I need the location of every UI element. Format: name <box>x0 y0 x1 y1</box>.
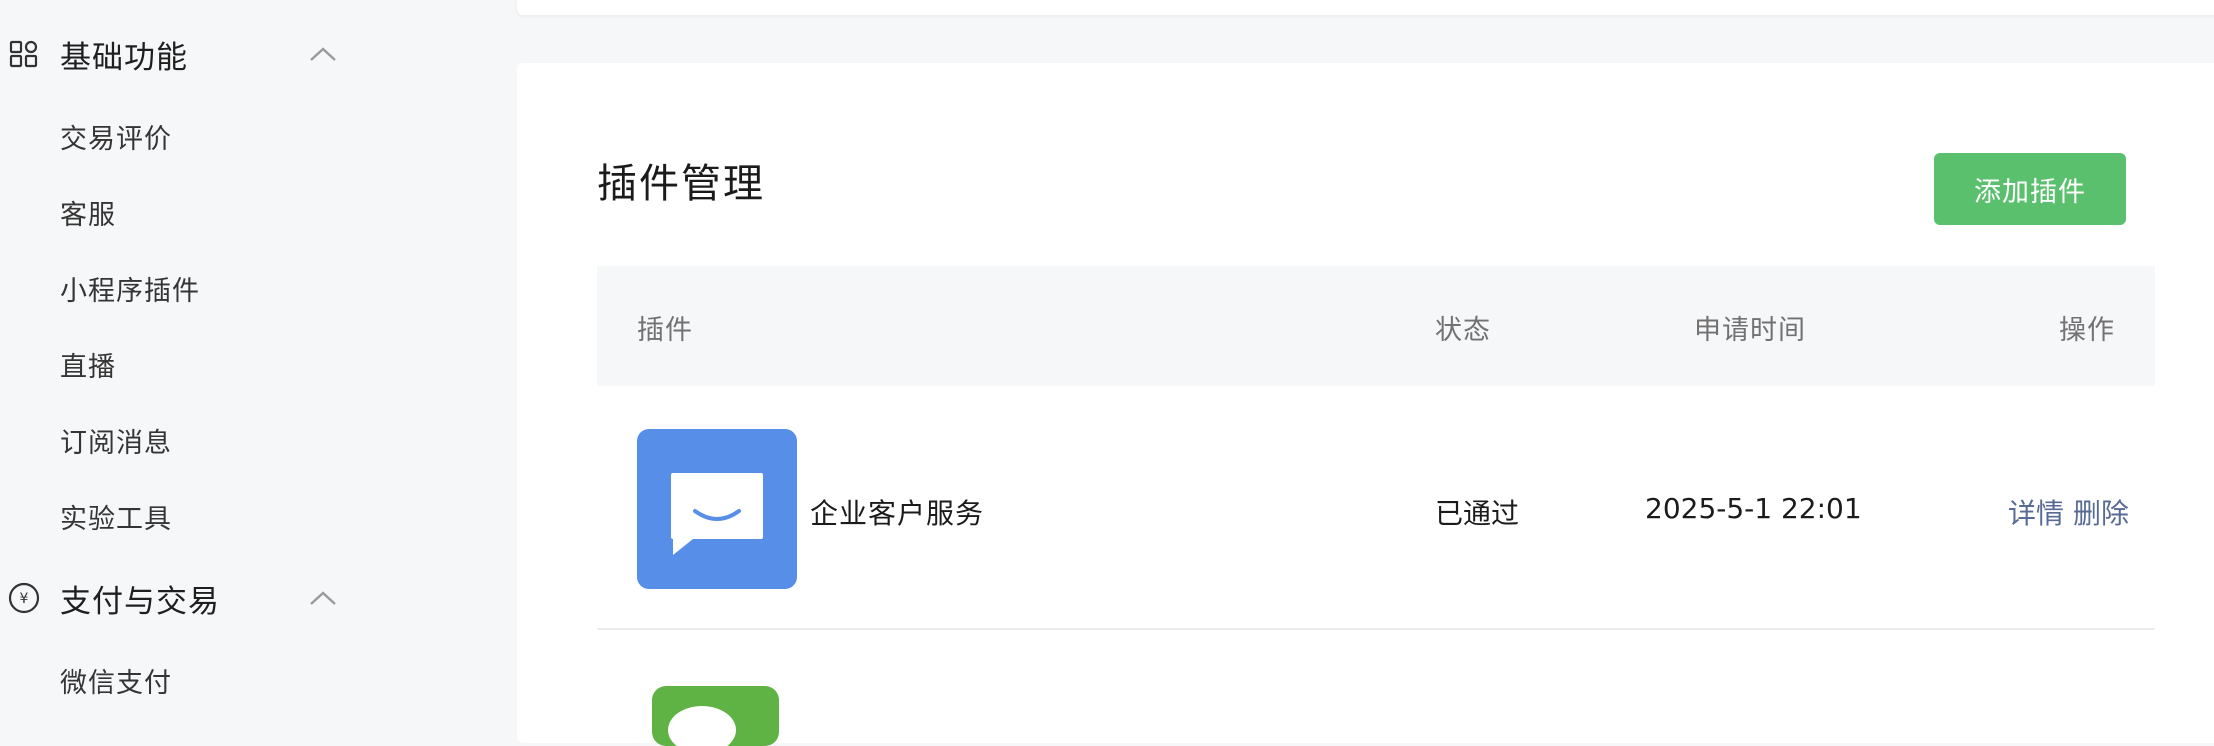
sidebar-group-payment[interactable]: ¥ 支付与交易 <box>0 568 360 628</box>
sidebar-item-customer-service[interactable]: 客服 <box>60 193 116 232</box>
sidebar-group-label: 基础功能 <box>60 39 188 76</box>
sidebar-item-wechat-pay[interactable]: 微信支付 <box>60 661 172 700</box>
column-header-plugin: 插件 <box>637 315 693 346</box>
sidebar-item-experiment-tools[interactable]: 实验工具 <box>60 497 172 536</box>
column-header-status: 状态 <box>1435 315 1491 346</box>
sidebar-item-subscribe-message[interactable]: 订阅消息 <box>60 421 172 460</box>
applied-time: 2025-5-1 22:01 <box>1645 492 1862 525</box>
yuan-circle-icon: ¥ <box>8 582 40 614</box>
chat-smile-icon <box>637 429 797 589</box>
table-header: 插件 状态 申请时间 操作 <box>597 266 2155 386</box>
sidebar-item-trade-review[interactable]: 交易评价 <box>60 117 172 156</box>
top-card <box>517 0 2214 15</box>
sidebar-item-mini-program-plugin[interactable]: 小程序插件 <box>60 269 200 308</box>
green-app-icon <box>652 686 779 746</box>
grid-apps-icon <box>8 38 40 70</box>
chevron-up-icon[interactable] <box>308 583 338 613</box>
delete-link[interactable]: 删除 <box>2073 492 2129 532</box>
plugin-management-card: 插件管理 添加插件 插件 状态 申请时间 操作 企业客户服务 已通过 2025-… <box>517 63 2214 743</box>
sidebar: 基础功能 交易评价 客服 小程序插件 直播 订阅消息 实验工具 ¥ 支付与交易 … <box>0 0 515 718</box>
plugin-name: 企业客户服务 <box>810 497 985 530</box>
column-header-applied-time: 申请时间 <box>1694 315 1806 346</box>
sidebar-item-live[interactable]: 直播 <box>60 345 116 384</box>
add-plugin-button[interactable]: 添加插件 <box>1934 153 2126 225</box>
status-text: 已通过 <box>1435 497 1520 530</box>
sidebar-group-basic[interactable]: 基础功能 <box>0 24 360 84</box>
detail-link[interactable]: 详情 <box>2008 492 2064 532</box>
page-title: 插件管理 <box>597 161 765 207</box>
table-row: 企业客户服务 已通过 2025-5-1 22:01 详情 删除 <box>597 386 2155 630</box>
sidebar-group-label: 支付与交易 <box>60 583 220 620</box>
svg-text:¥: ¥ <box>20 591 29 607</box>
chevron-up-icon[interactable] <box>308 39 338 69</box>
column-header-actions: 操作 <box>2059 315 2115 346</box>
